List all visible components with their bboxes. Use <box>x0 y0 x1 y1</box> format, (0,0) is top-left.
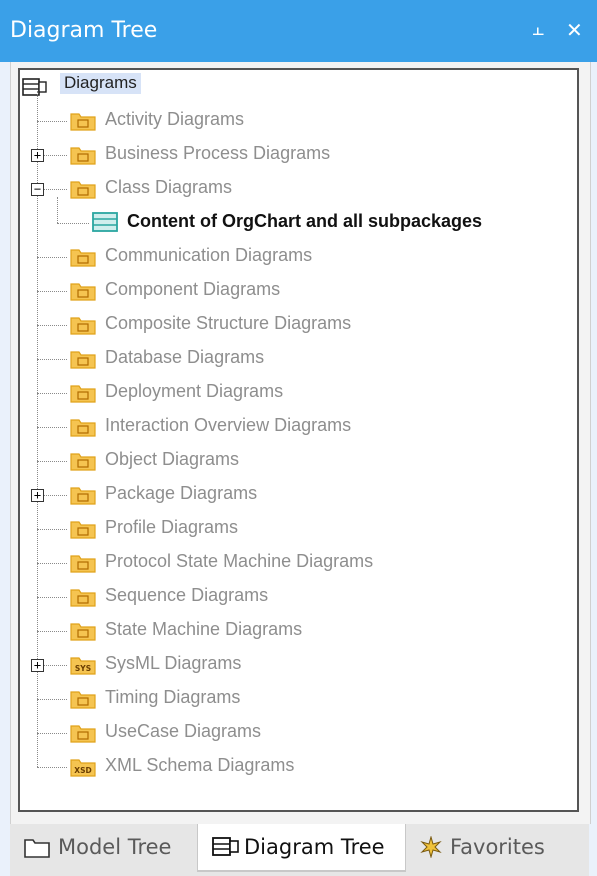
tree-item-label: Sequence Diagrams <box>105 585 269 605</box>
tree-item-label: Database Diagrams <box>105 347 265 367</box>
tree-item[interactable]: Sequence Diagrams <box>20 582 560 612</box>
tree-item[interactable]: + SYS SysML Diagrams <box>20 650 560 680</box>
protocol-state-machine-folder-icon <box>70 555 96 573</box>
svg-text:XSD: XSD <box>74 766 91 775</box>
diagram-tree-tab-icon <box>212 837 239 856</box>
tree-item[interactable]: + Package Diagrams <box>20 480 560 510</box>
tree-item[interactable]: State Machine Diagrams <box>20 616 560 646</box>
tab-model-tree[interactable]: Model Tree <box>10 824 196 870</box>
tree-item-label: Component Diagrams <box>105 279 281 299</box>
tree-item[interactable]: Content of OrgChart and all subpackages <box>20 208 560 238</box>
tree-item-label: Business Process Diagrams <box>105 143 331 163</box>
xml-schema-folder-icon: XSD <box>70 759 96 777</box>
tab-diagram-tree[interactable]: Diagram Tree <box>197 824 406 872</box>
svg-text:SYS: SYS <box>75 664 91 673</box>
activity-folder-icon <box>70 113 96 131</box>
sequence-folder-icon <box>70 589 96 607</box>
object-folder-icon <box>70 453 96 471</box>
tree-item[interactable]: UseCase Diagrams <box>20 718 560 748</box>
tree-item-label: Protocol State Machine Diagrams <box>105 551 374 571</box>
tree-item-label: Profile Diagrams <box>105 517 239 537</box>
tree-item[interactable]: Database Diagrams <box>20 344 560 374</box>
composite-structure-folder-icon <box>70 317 96 335</box>
tab-bar: Model Tree Diagram Tree Favorites <box>10 824 589 876</box>
tree-item[interactable]: − Class Diagrams <box>20 174 560 204</box>
close-icon[interactable]: ✕ <box>566 18 583 43</box>
tree-item[interactable]: Timing Diagrams <box>20 684 560 714</box>
tree-item-label: State Machine Diagrams <box>105 619 303 639</box>
tree-item-label: Composite Structure Diagrams <box>105 313 352 333</box>
tree-item-label: Package Diagrams <box>105 483 258 503</box>
class-folder-icon <box>70 181 96 199</box>
sysml-folder-icon: SYS <box>70 657 96 675</box>
tree-item[interactable]: XSD XML Schema Diagrams <box>20 752 560 782</box>
tab-label: Diagram Tree <box>244 835 385 859</box>
business-process-folder-icon <box>70 147 96 165</box>
tree-item-label: Timing Diagrams <box>105 687 241 707</box>
tree-item[interactable]: Deployment Diagrams <box>20 378 560 408</box>
title-bar: Diagram Tree ⫠ ✕ <box>0 0 597 62</box>
tree-item-label: Interaction Overview Diagrams <box>105 415 352 435</box>
tab-label: Favorites <box>450 835 545 859</box>
profile-folder-icon <box>70 521 96 539</box>
tree-item[interactable]: Protocol State Machine Diagrams <box>20 548 560 578</box>
favorites-icon <box>420 836 442 858</box>
expand-icon[interactable]: + <box>31 149 44 162</box>
collapse-icon[interactable]: − <box>31 183 44 196</box>
package-folder-icon <box>70 487 96 505</box>
tree-item[interactable]: Profile Diagrams <box>20 514 560 544</box>
model-tree-icon <box>24 839 50 858</box>
diagram-tree[interactable]: Diagrams Activity Diagrams + Business Pro… <box>18 68 579 812</box>
class-diagram-icon <box>92 212 118 232</box>
tree-item-label: SysML Diagrams <box>105 653 242 673</box>
tab-favorites[interactable]: Favorites <box>406 824 576 870</box>
tree-item-label: Object Diagrams <box>105 449 240 469</box>
component-folder-icon <box>70 283 96 301</box>
tree-item[interactable]: Interaction Overview Diagrams <box>20 412 560 442</box>
usecase-folder-icon <box>70 725 96 743</box>
tree-item[interactable]: Component Diagrams <box>20 276 560 306</box>
tree-item[interactable]: Object Diagrams <box>20 446 560 476</box>
tree-item[interactable]: Composite Structure Diagrams <box>20 310 560 340</box>
tree-item-label: Class Diagrams <box>105 177 233 197</box>
panel-title: Diagram Tree <box>10 18 158 43</box>
timing-folder-icon <box>70 691 96 709</box>
tree-root-label[interactable]: Diagrams <box>60 73 141 94</box>
expand-icon[interactable]: + <box>31 659 44 672</box>
diagram-tree-icon <box>22 78 47 96</box>
tab-label: Model Tree <box>58 835 172 859</box>
tree-item-label: Activity Diagrams <box>105 109 245 129</box>
tree-item-label: XML Schema Diagrams <box>105 755 295 775</box>
tree-item[interactable]: Activity Diagrams <box>20 106 560 136</box>
interaction-overview-folder-icon <box>70 419 96 437</box>
tree-item[interactable]: Communication Diagrams <box>20 242 560 272</box>
expand-icon[interactable]: + <box>31 489 44 502</box>
tree-item-label: Deployment Diagrams <box>105 381 284 401</box>
state-machine-folder-icon <box>70 623 96 641</box>
tree-item[interactable]: + Business Process Diagrams <box>20 140 560 170</box>
tree-item-label: Communication Diagrams <box>105 245 313 265</box>
database-folder-icon <box>70 351 96 369</box>
pin-icon[interactable]: ⫠ <box>532 18 544 41</box>
communication-folder-icon <box>70 249 96 267</box>
deployment-folder-icon <box>70 385 96 403</box>
tree-item-label: Content of OrgChart and all subpackages <box>127 211 483 231</box>
tree-item-label: UseCase Diagrams <box>105 721 262 741</box>
